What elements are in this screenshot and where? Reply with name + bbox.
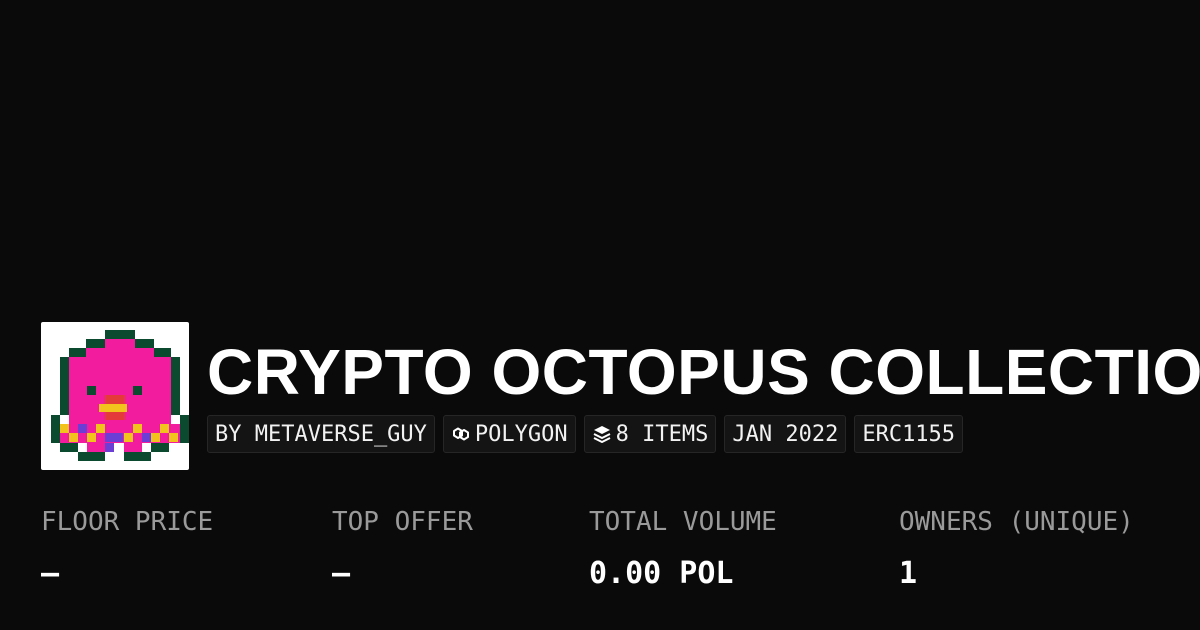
collection-avatar	[41, 322, 189, 470]
date-label: JAN 2022	[732, 421, 839, 447]
stat-owners: OWNERS (UNIQUE) 1	[899, 505, 1134, 591]
stat-floor-price: FLOOR PRICE –	[41, 505, 213, 591]
polygon-chain-icon	[452, 427, 469, 441]
stat-value: –	[41, 556, 60, 591]
creator-label: BY METAVERSE_GUY	[215, 421, 427, 447]
chain-label: POLYGON	[474, 421, 568, 447]
stat-total-volume: TOTAL VOLUME 0.00 POL	[589, 505, 777, 591]
stat-value: –	[332, 556, 351, 591]
stat-value: 1	[899, 556, 918, 591]
chain-tag[interactable]: POLYGON	[442, 415, 576, 453]
items-label: 8 ITEMS	[615, 421, 709, 447]
standard-tag: ERC1155	[854, 415, 964, 453]
stat-label: OWNERS (UNIQUE)	[899, 507, 1134, 537]
stat-label: TOTAL VOLUME	[589, 507, 777, 537]
octopus-pixel-icon	[51, 330, 189, 461]
collection-title: CRYPTO OCTOPUS COLLECTION	[207, 336, 1200, 408]
standard-label: ERC1155	[862, 421, 956, 447]
creator-tag[interactable]: BY METAVERSE_GUY	[207, 415, 435, 453]
stat-label: FLOOR PRICE	[41, 507, 214, 537]
stat-label: TOP OFFER	[332, 507, 473, 537]
date-tag: JAN 2022	[724, 415, 847, 453]
collection-tags: BY METAVERSE_GUY POLYGON 8 ITEMS JAN 202…	[207, 415, 964, 453]
items-tag: 8 ITEMS	[583, 415, 717, 453]
stat-value: 0.00 POL	[589, 556, 734, 591]
layers-icon	[593, 426, 611, 443]
collection-card: CRYPTO OCTOPUS COLLECTION BY METAVERSE_G…	[0, 0, 1200, 630]
stat-top-offer: TOP OFFER –	[332, 505, 473, 591]
